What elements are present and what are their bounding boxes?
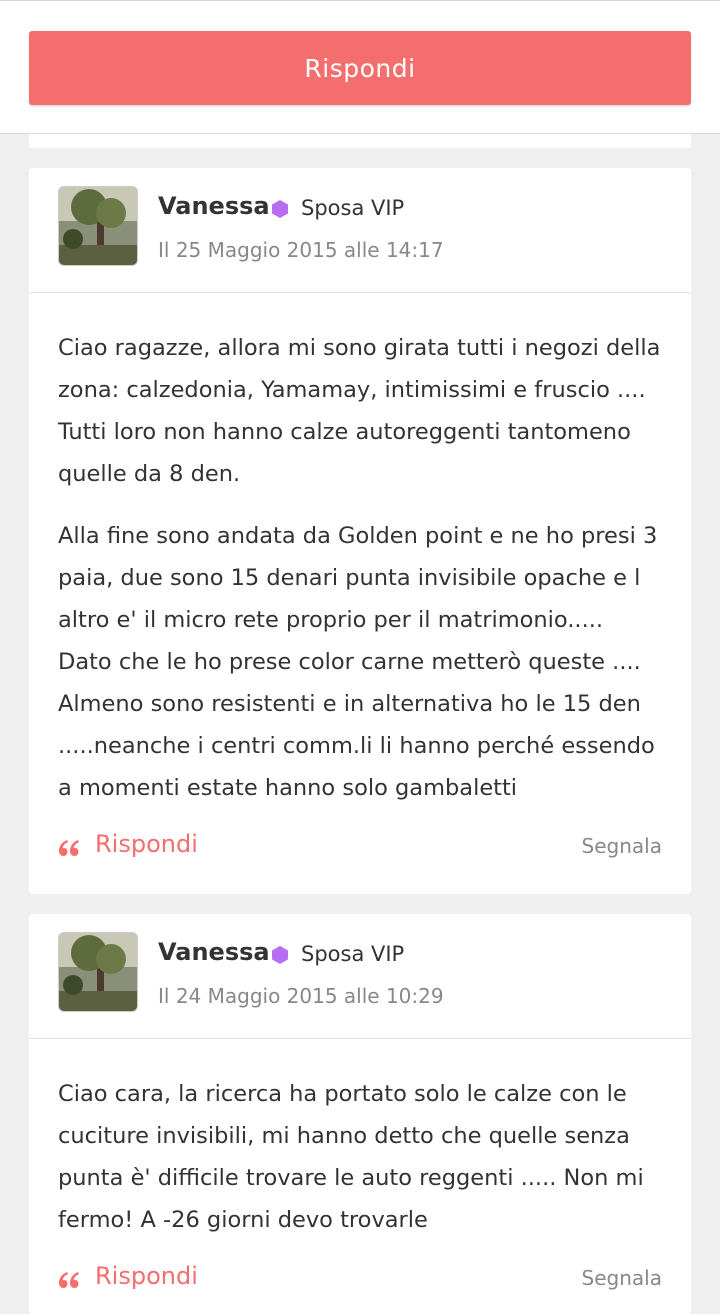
reply-button[interactable]: Rispondi bbox=[29, 31, 691, 105]
post-reply-link[interactable]: Rispondi bbox=[95, 1262, 198, 1290]
post-paragraph: Alla fine sono andata da Golden point e … bbox=[58, 523, 658, 801]
post-body: Ciao cara, la ricerca ha portato solo le… bbox=[29, 1039, 691, 1241]
vip-badge-label: Sposa VIP bbox=[301, 942, 405, 966]
vip-badge-icon bbox=[272, 200, 288, 218]
avatar[interactable] bbox=[58, 932, 138, 1012]
author-name[interactable]: Vanessa bbox=[158, 938, 270, 966]
post-paragraph: Ciao ragazze, allora mi sono girata tutt… bbox=[58, 335, 661, 487]
post-footer: Rispondi Segnala bbox=[29, 824, 691, 874]
avatar-image bbox=[59, 187, 137, 265]
post-reply-link[interactable]: Rispondi bbox=[95, 830, 198, 858]
avatar-image bbox=[59, 933, 137, 1011]
post-date: Il 25 Maggio 2015 alle 14:17 bbox=[158, 238, 444, 262]
report-link[interactable]: Segnala bbox=[582, 834, 662, 858]
post-body: Ciao ragazze, allora mi sono girata tutt… bbox=[29, 293, 691, 809]
vip-badge-label: Sposa VIP bbox=[301, 196, 405, 220]
report-link[interactable]: Segnala bbox=[582, 1266, 662, 1290]
quote-icon bbox=[59, 840, 79, 856]
post-paragraph: Ciao cara, la ricerca ha portato solo le… bbox=[58, 1081, 644, 1233]
avatar[interactable] bbox=[58, 186, 138, 266]
top-reply-bar: Rispondi bbox=[0, 0, 720, 134]
post-footer: Rispondi Segnala bbox=[29, 1256, 691, 1306]
previous-post-card-edge bbox=[29, 134, 691, 148]
author-name[interactable]: Vanessa bbox=[158, 192, 270, 220]
vip-badge-icon bbox=[272, 946, 288, 964]
post-date: Il 24 Maggio 2015 alle 10:29 bbox=[158, 984, 444, 1008]
quote-icon bbox=[59, 1272, 79, 1288]
post-card: Vanessa Sposa VIP Il 24 Maggio 2015 alle… bbox=[29, 914, 691, 1314]
post-card: Vanessa Sposa VIP Il 25 Maggio 2015 alle… bbox=[29, 168, 691, 894]
post-header: Vanessa Sposa VIP Il 24 Maggio 2015 alle… bbox=[29, 914, 691, 1039]
post-header: Vanessa Sposa VIP Il 25 Maggio 2015 alle… bbox=[29, 168, 691, 293]
